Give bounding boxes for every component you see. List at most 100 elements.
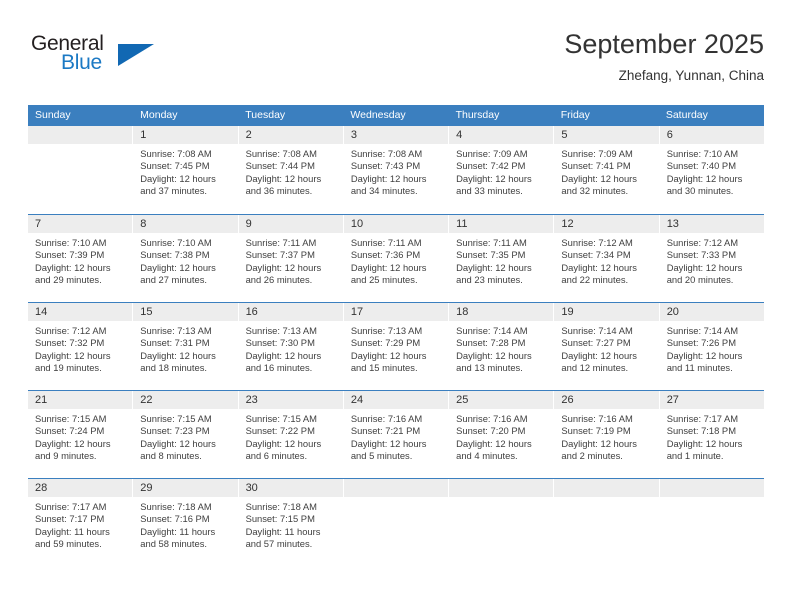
- day-number-band: 3: [343, 126, 449, 144]
- day-number: 7: [35, 218, 42, 230]
- day-cell[interactable]: 13 Sunrise: 7:12 AM Sunset: 7:33 PM Dayl…: [659, 215, 764, 302]
- day-cell[interactable]: 4 Sunrise: 7:09 AM Sunset: 7:42 PM Dayli…: [449, 126, 555, 214]
- day-cell[interactable]: 17 Sunrise: 7:13 AM Sunset: 7:29 PM Dayl…: [343, 303, 450, 390]
- day-cell[interactable]: 21 Sunrise: 7:15 AM Sunset: 7:24 PM Dayl…: [28, 391, 134, 478]
- sunset-text: Sunset: 7:19 PM: [561, 425, 631, 437]
- day-number: 20: [666, 306, 679, 318]
- calendar-grid: Sunday Monday Tuesday Wednesday Thursday…: [28, 105, 764, 566]
- sunset-text: Sunset: 7:35 PM: [456, 249, 526, 261]
- day-cell[interactable]: 12 Sunrise: 7:12 AM Sunset: 7:34 PM Dayl…: [554, 215, 660, 302]
- day-details: Sunrise: 7:13 AM Sunset: 7:31 PM Dayligh…: [133, 321, 237, 375]
- sunrise-text: Sunrise: 7:17 AM: [35, 501, 107, 512]
- day-details: [660, 497, 764, 501]
- sunrise-text: Sunrise: 7:14 AM: [456, 325, 528, 336]
- day-number: 29: [140, 482, 153, 494]
- day-details: Sunrise: 7:12 AM Sunset: 7:34 PM Dayligh…: [554, 233, 658, 287]
- day-cell[interactable]: 5 Sunrise: 7:09 AM Sunset: 7:41 PM Dayli…: [554, 126, 660, 214]
- day-cell[interactable]: 6 Sunrise: 7:10 AM Sunset: 7:40 PM Dayli…: [659, 126, 764, 214]
- sunrise-text: Sunrise: 7:14 AM: [561, 325, 633, 336]
- day-cell[interactable]: 27 Sunrise: 7:17 AM Sunset: 7:18 PM Dayl…: [659, 391, 764, 478]
- sunset-text: Sunset: 7:37 PM: [245, 249, 315, 261]
- day-number-band: [449, 479, 554, 497]
- day-details: Sunrise: 7:08 AM Sunset: 7:44 PM Dayligh…: [239, 144, 343, 198]
- day-cell[interactable]: 30 Sunrise: 7:18 AM Sunset: 7:15 PM Dayl…: [238, 479, 344, 566]
- day-number-band: [554, 479, 659, 497]
- general-blue-logo[interactable]: General Blue: [28, 32, 178, 86]
- day-number-band: 20: [659, 303, 764, 321]
- day-number-band: 1: [133, 126, 238, 144]
- day-cell[interactable]: 8 Sunrise: 7:10 AM Sunset: 7:38 PM Dayli…: [133, 215, 239, 302]
- day-cell[interactable]: 3 Sunrise: 7:08 AM Sunset: 7:43 PM Dayli…: [343, 126, 450, 214]
- day-cell[interactable]: 20 Sunrise: 7:14 AM Sunset: 7:26 PM Dayl…: [659, 303, 764, 390]
- day-number-band: 19: [554, 303, 659, 321]
- sunset-text: Sunset: 7:39 PM: [35, 249, 105, 261]
- sunset-text: Sunset: 7:24 PM: [35, 425, 105, 437]
- sunset-text: Sunset: 7:23 PM: [140, 425, 210, 437]
- sunrise-text: Sunrise: 7:14 AM: [666, 325, 739, 336]
- day-details: Sunrise: 7:15 AM Sunset: 7:22 PM Dayligh…: [239, 409, 343, 463]
- day-cell[interactable]: 18 Sunrise: 7:14 AM Sunset: 7:28 PM Dayl…: [449, 303, 555, 390]
- day-cell[interactable]: 9 Sunrise: 7:11 AM Sunset: 7:37 PM Dayli…: [238, 215, 344, 302]
- sunrise-text: Sunrise: 7:11 AM: [245, 237, 317, 248]
- sunrise-text: Sunrise: 7:09 AM: [561, 148, 633, 159]
- day-cell[interactable]: 1 Sunrise: 7:08 AM Sunset: 7:45 PM Dayli…: [133, 126, 239, 214]
- day-number-band: [659, 479, 764, 497]
- day-cell[interactable]: [659, 479, 764, 566]
- sunrise-text: Sunrise: 7:11 AM: [456, 237, 527, 248]
- day-cell[interactable]: 22 Sunrise: 7:15 AM Sunset: 7:23 PM Dayl…: [133, 391, 239, 478]
- weekday-header-friday: Friday: [560, 109, 590, 121]
- day-cell[interactable]: 23 Sunrise: 7:15 AM Sunset: 7:22 PM Dayl…: [238, 391, 344, 478]
- title-block: September 2025 Zhefang, Yunnan, China: [564, 28, 764, 86]
- day-cell[interactable]: 7 Sunrise: 7:10 AM Sunset: 7:39 PM Dayli…: [28, 215, 134, 302]
- daylight-text-line1: Daylight: 12 hours: [350, 349, 427, 361]
- sunset-text: Sunset: 7:43 PM: [350, 160, 421, 172]
- day-cell[interactable]: 26 Sunrise: 7:16 AM Sunset: 7:19 PM Dayl…: [554, 391, 660, 478]
- day-cell[interactable]: 14 Sunrise: 7:12 AM Sunset: 7:32 PM Dayl…: [28, 303, 134, 390]
- day-details: Sunrise: 7:14 AM Sunset: 7:28 PM Dayligh…: [449, 321, 553, 375]
- day-number: 10: [350, 218, 364, 230]
- day-number-band: 23: [238, 391, 343, 409]
- daylight-text-line1: Daylight: 12 hours: [561, 437, 637, 449]
- day-number: 12: [561, 218, 574, 230]
- sunset-text: Sunset: 7:22 PM: [245, 425, 315, 437]
- day-details: Sunrise: 7:10 AM Sunset: 7:39 PM Dayligh…: [28, 233, 132, 287]
- day-cell[interactable]: 2 Sunrise: 7:08 AM Sunset: 7:44 PM Dayli…: [238, 126, 344, 214]
- day-cell[interactable]: 15 Sunrise: 7:13 AM Sunset: 7:31 PM Dayl…: [133, 303, 239, 390]
- day-cell[interactable]: 28 Sunrise: 7:17 AM Sunset: 7:17 PM Dayl…: [28, 479, 134, 566]
- daylight-text-line2: and 5 minutes.: [350, 450, 413, 462]
- day-cell[interactable]: 16 Sunrise: 7:13 AM Sunset: 7:30 PM Dayl…: [238, 303, 344, 390]
- day-cell[interactable]: 10 Sunrise: 7:11 AM Sunset: 7:36 PM Dayl…: [343, 215, 450, 302]
- sunset-text: Sunset: 7:32 PM: [35, 337, 105, 349]
- sunrise-text: Sunrise: 7:18 AM: [245, 501, 317, 512]
- day-cell[interactable]: 29 Sunrise: 7:18 AM Sunset: 7:16 PM Dayl…: [133, 479, 239, 566]
- daylight-text-line2: and 57 minutes.: [245, 538, 313, 550]
- daylight-text-line2: and 32 minutes.: [561, 185, 629, 197]
- daylight-text-line1: Daylight: 12 hours: [561, 172, 637, 184]
- daylight-text-line2: and 16 minutes.: [245, 362, 313, 374]
- daylight-text-line2: and 19 minutes.: [35, 362, 102, 374]
- day-number: 13: [666, 218, 679, 230]
- day-cell[interactable]: 11 Sunrise: 7:11 AM Sunset: 7:35 PM Dayl…: [449, 215, 555, 302]
- daylight-text-line2: and 59 minutes.: [35, 538, 102, 550]
- day-cell[interactable]: 25 Sunrise: 7:16 AM Sunset: 7:20 PM Dayl…: [449, 391, 555, 478]
- day-cell[interactable]: [554, 479, 660, 566]
- day-details: Sunrise: 7:09 AM Sunset: 7:41 PM Dayligh…: [554, 144, 658, 198]
- sunrise-text: Sunrise: 7:15 AM: [245, 413, 317, 424]
- sunrise-text: Sunrise: 7:10 AM: [35, 237, 107, 248]
- sunset-text: Sunset: 7:44 PM: [245, 160, 315, 172]
- daylight-text-line2: and 18 minutes.: [140, 362, 207, 374]
- sunrise-text: Sunrise: 7:12 AM: [35, 325, 107, 336]
- day-cell[interactable]: [449, 479, 555, 566]
- day-cell[interactable]: 24 Sunrise: 7:16 AM Sunset: 7:21 PM Dayl…: [343, 391, 450, 478]
- day-details: Sunrise: 7:14 AM Sunset: 7:27 PM Dayligh…: [554, 321, 658, 375]
- calendar-page: General Blue September 2025 Zhefang, Yun…: [0, 0, 792, 612]
- sunset-text: Sunset: 7:45 PM: [140, 160, 210, 172]
- day-cell[interactable]: [343, 479, 450, 566]
- day-cell[interactable]: [28, 126, 134, 214]
- weekday-header-row: Sunday Monday Tuesday Wednesday Thursday…: [28, 105, 764, 126]
- daylight-text-line2: and 25 minutes.: [350, 274, 418, 286]
- daylight-text-line1: Daylight: 11 hours: [35, 525, 110, 537]
- day-details: Sunrise: 7:13 AM Sunset: 7:30 PM Dayligh…: [239, 321, 343, 375]
- day-cell[interactable]: 19 Sunrise: 7:14 AM Sunset: 7:27 PM Dayl…: [554, 303, 660, 390]
- day-number: 28: [35, 482, 48, 494]
